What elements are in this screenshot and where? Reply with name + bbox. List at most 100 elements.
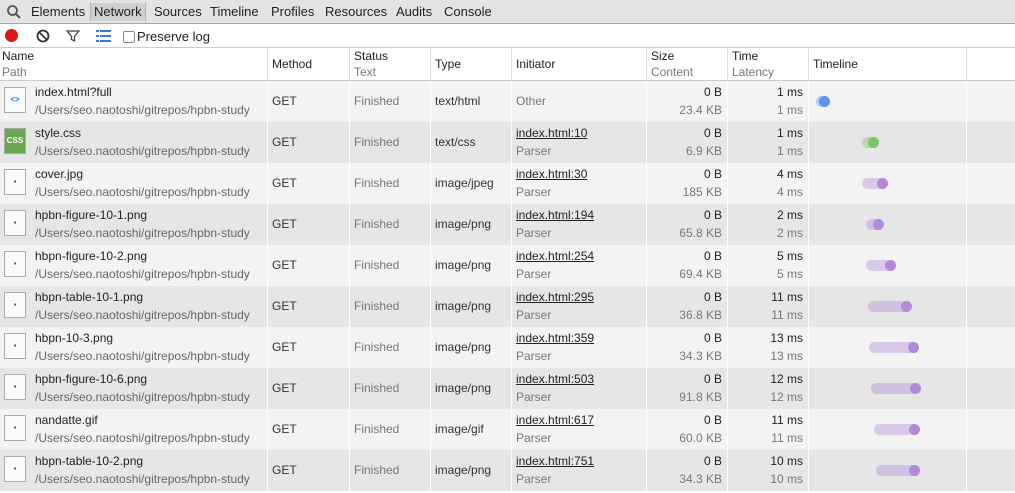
request-row[interactable]: ▪ nandatte.gif/Users/seo.naotoshi/gitrepo… <box>0 409 1015 450</box>
request-row[interactable]: ▪ hpbn-figure-10-1.png/Users/seo.naotoshi… <box>0 204 1015 245</box>
column-method[interactable]: Method <box>268 48 350 80</box>
timeline-bar[interactable] <box>862 178 888 189</box>
name-cell[interactable]: CSS style.css/Users/seo.naotoshi/gitrepos… <box>0 122 268 163</box>
status-cell: Finished <box>350 450 431 491</box>
request-method: GET <box>272 94 297 108</box>
request-type: text/css <box>435 135 476 149</box>
initiator-link[interactable]: index.html:503 <box>516 372 594 386</box>
request-name: hpbn-figure-10-6.png <box>35 372 148 386</box>
name-cell[interactable]: <> index.html?full/Users/seo.naotoshi/git… <box>0 81 268 122</box>
initiator-link[interactable]: index.html:194 <box>516 208 594 222</box>
request-path: /Users/seo.naotoshi/gitrepos/hpbn-study <box>35 431 250 445</box>
request-method: GET <box>272 422 297 436</box>
network-table-header: Name Path Method Status Text Type Initia… <box>0 48 1015 81</box>
column-type[interactable]: Type <box>431 48 512 80</box>
name-cell[interactable]: ▪ hbpn-table-10-1.png/Users/seo.naotoshi/… <box>0 286 268 327</box>
image-thumbnail-icon: ▪ <box>4 333 26 359</box>
tab-timeline[interactable]: Timeline <box>207 3 262 21</box>
tab-network[interactable]: Network <box>90 3 146 21</box>
tab-console[interactable]: Console <box>441 3 495 21</box>
name-cell[interactable]: ▪ cover.jpg/Users/seo.naotoshi/gitrepos/h… <box>0 163 268 204</box>
column-timeline-label: Timeline <box>813 57 858 71</box>
name-cell[interactable]: ▪ nandatte.gif/Users/seo.naotoshi/gitrepo… <box>0 409 268 450</box>
request-status: Finished <box>354 176 400 190</box>
column-timeline[interactable]: Timeline <box>809 48 967 80</box>
request-latency: 4 ms <box>776 185 803 199</box>
request-path: /Users/seo.naotoshi/gitrepos/hpbn-study <box>35 185 250 199</box>
request-size: 0 B <box>703 208 722 222</box>
column-type-label: Type <box>435 57 462 71</box>
column-name-label: Name <box>2 49 35 63</box>
initiator-cell: index.html:30 Parser <box>512 163 647 204</box>
request-row[interactable]: ▪ hbpn-table-10-2.png/Users/seo.naotoshi/… <box>0 450 1015 491</box>
devtools-tab-bar: Elements Network Sources Timeline Profil… <box>0 0 1015 24</box>
request-size: 0 B <box>703 126 722 140</box>
clear-icon[interactable] <box>36 29 50 43</box>
timeline-bar[interactable] <box>862 137 879 148</box>
column-initiator[interactable]: Initiator <box>512 48 647 80</box>
request-type: text/html <box>435 94 481 108</box>
filter-icon[interactable] <box>66 29 80 43</box>
initiator-cell: index.html:194 Parser <box>512 204 647 245</box>
request-method: GET <box>272 381 297 395</box>
column-size[interactable]: Size Content <box>647 48 728 80</box>
timeline-bar[interactable] <box>871 383 921 394</box>
status-cell: Finished <box>350 204 431 245</box>
timeline-bar[interactable] <box>869 342 919 353</box>
status-cell: Finished <box>350 409 431 450</box>
tab-resources[interactable]: Resources <box>322 3 390 21</box>
name-cell[interactable]: ▪ hpbn-figure-10-1.png/Users/seo.naotoshi… <box>0 204 268 245</box>
initiator-link[interactable]: index.html:10 <box>516 126 587 140</box>
initiator-cell: index.html:751 Parser <box>512 450 647 491</box>
initiator-link[interactable]: index.html:751 <box>516 454 594 468</box>
initiator-link[interactable]: index.html:30 <box>516 167 587 181</box>
size-cell: 0 B 23.4 KB <box>647 81 728 122</box>
request-latency: 12 ms <box>770 390 803 404</box>
large-rows-icon[interactable] <box>96 29 111 43</box>
time-cell: 4 ms 4 ms <box>728 163 809 204</box>
name-cell[interactable]: ▪ hbpn-10-3.png/Users/seo.naotoshi/gitrep… <box>0 327 268 368</box>
request-size: 0 B <box>703 249 722 263</box>
request-row[interactable]: ▪ hbpn-10-3.png/Users/seo.naotoshi/gitrep… <box>0 327 1015 368</box>
type-cell: image/png <box>431 204 512 245</box>
request-row[interactable]: <> index.html?full/Users/seo.naotoshi/git… <box>0 81 1015 122</box>
preserve-log-toggle[interactable]: Preserve log <box>123 29 210 44</box>
time-cell: 11 ms 11 ms <box>728 409 809 450</box>
timeline-bar[interactable] <box>874 424 920 435</box>
request-latency: 2 ms <box>776 226 803 240</box>
name-cell[interactable]: ▪ hbpn-table-10-2.png/Users/seo.naotoshi/… <box>0 450 268 491</box>
timeline-bar[interactable] <box>866 219 884 230</box>
initiator-type: Parser <box>516 390 552 404</box>
time-cell: 5 ms 5 ms <box>728 245 809 286</box>
request-row[interactable]: ▪ hpbn-figure-10-6.png/Users/seo.naotoshi… <box>0 368 1015 409</box>
request-row[interactable]: ▪ hbpn-figure-10-2.png/Users/seo.naotoshi… <box>0 245 1015 286</box>
tab-profiles[interactable]: Profiles <box>268 3 317 21</box>
initiator-link[interactable]: index.html:359 <box>516 331 594 345</box>
tab-audits[interactable]: Audits <box>393 3 435 21</box>
tab-elements[interactable]: Elements <box>28 3 88 21</box>
timeline-bar-end <box>909 424 920 435</box>
initiator-link[interactable]: index.html:617 <box>516 413 594 427</box>
column-status[interactable]: Status Text <box>350 48 431 80</box>
preserve-log-checkbox[interactable] <box>123 30 135 43</box>
tab-sources[interactable]: Sources <box>151 3 205 21</box>
record-button[interactable] <box>5 29 18 42</box>
method-cell: GET <box>268 81 350 122</box>
column-name[interactable]: Name Path <box>0 48 268 80</box>
request-row[interactable]: CSS style.css/Users/seo.naotoshi/gitrepos… <box>0 122 1015 163</box>
request-type: image/png <box>435 340 492 354</box>
request-path: /Users/seo.naotoshi/gitrepos/hpbn-study <box>35 144 250 158</box>
name-cell[interactable]: ▪ hbpn-figure-10-2.png/Users/seo.naotoshi… <box>0 245 268 286</box>
initiator-link[interactable]: index.html:295 <box>516 290 594 304</box>
timeline-bar[interactable] <box>816 96 830 107</box>
name-cell[interactable]: ▪ hpbn-figure-10-6.png/Users/seo.naotoshi… <box>0 368 268 409</box>
request-row[interactable]: ▪ cover.jpg/Users/seo.naotoshi/gitrepos/h… <box>0 163 1015 204</box>
timeline-bar[interactable] <box>868 301 912 312</box>
search-icon[interactable] <box>6 4 22 20</box>
initiator-link[interactable]: index.html:254 <box>516 249 594 263</box>
initiator-type: Parser <box>516 472 552 486</box>
timeline-bar[interactable] <box>866 260 896 271</box>
column-time[interactable]: Time Latency <box>728 48 809 80</box>
request-row[interactable]: ▪ hbpn-table-10-1.png/Users/seo.naotoshi/… <box>0 286 1015 327</box>
timeline-bar[interactable] <box>876 465 920 476</box>
